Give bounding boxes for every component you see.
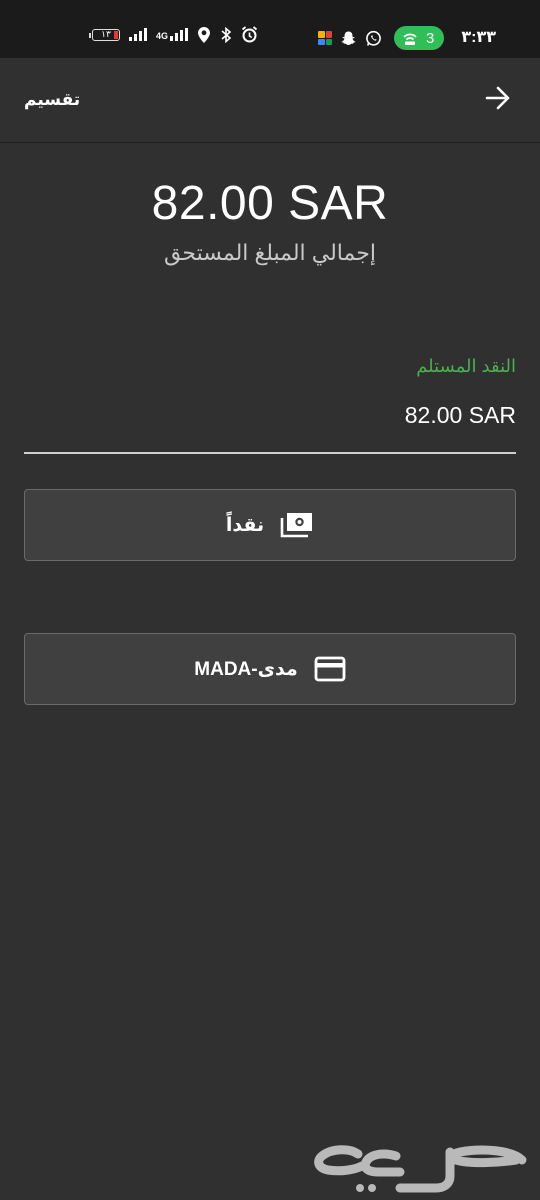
app-notification-icon xyxy=(318,31,332,45)
arrow-right-icon[interactable] xyxy=(484,84,512,112)
cash-payment-button[interactable]: نقداً xyxy=(24,489,516,561)
status-bar: ١٣ 4G 3 ٣:٣٣ xyxy=(0,0,540,58)
hotspot-count: 3 xyxy=(426,29,435,47)
hotspot-icon xyxy=(403,33,417,45)
split-button[interactable]: تقسيم xyxy=(24,90,80,110)
network-type: 4G xyxy=(156,31,169,41)
battery-icon: ١٣ xyxy=(89,28,120,41)
app-toolbar: تقسيم xyxy=(0,58,540,143)
haraj-watermark-logo xyxy=(314,1145,527,1193)
whatsapp-icon xyxy=(366,30,381,46)
cash-received-input[interactable]: 82.00 SAR xyxy=(405,402,516,429)
cash-payment-label: نقداً xyxy=(225,514,265,536)
cash-icon xyxy=(280,513,313,538)
mada-payment-label: مدى-MADA xyxy=(194,658,298,680)
cash-received-underline xyxy=(24,452,516,454)
cash-received-label: النقد المستلم xyxy=(416,356,516,376)
hotspot-indicator: 3 xyxy=(394,26,445,50)
signal-4g-icon: 4G xyxy=(156,28,189,41)
signal-icon xyxy=(129,28,147,41)
bluetooth-icon xyxy=(221,26,232,43)
battery-level: ١٣ xyxy=(101,29,111,39)
status-left-icons: ١٣ 4G xyxy=(89,26,258,43)
total-caption: إجمالي المبلغ المستحق xyxy=(164,240,376,265)
status-notification-icons: 3 xyxy=(318,26,445,50)
mada-payment-button[interactable]: مدى-MADA xyxy=(24,633,516,705)
alarm-icon xyxy=(241,26,258,43)
snapchat-icon xyxy=(341,31,356,45)
location-icon xyxy=(198,26,211,43)
total-amount: 82.00 SAR xyxy=(151,177,389,230)
credit-card-icon xyxy=(314,656,346,682)
status-clock: ٣:٣٣ xyxy=(461,29,496,46)
